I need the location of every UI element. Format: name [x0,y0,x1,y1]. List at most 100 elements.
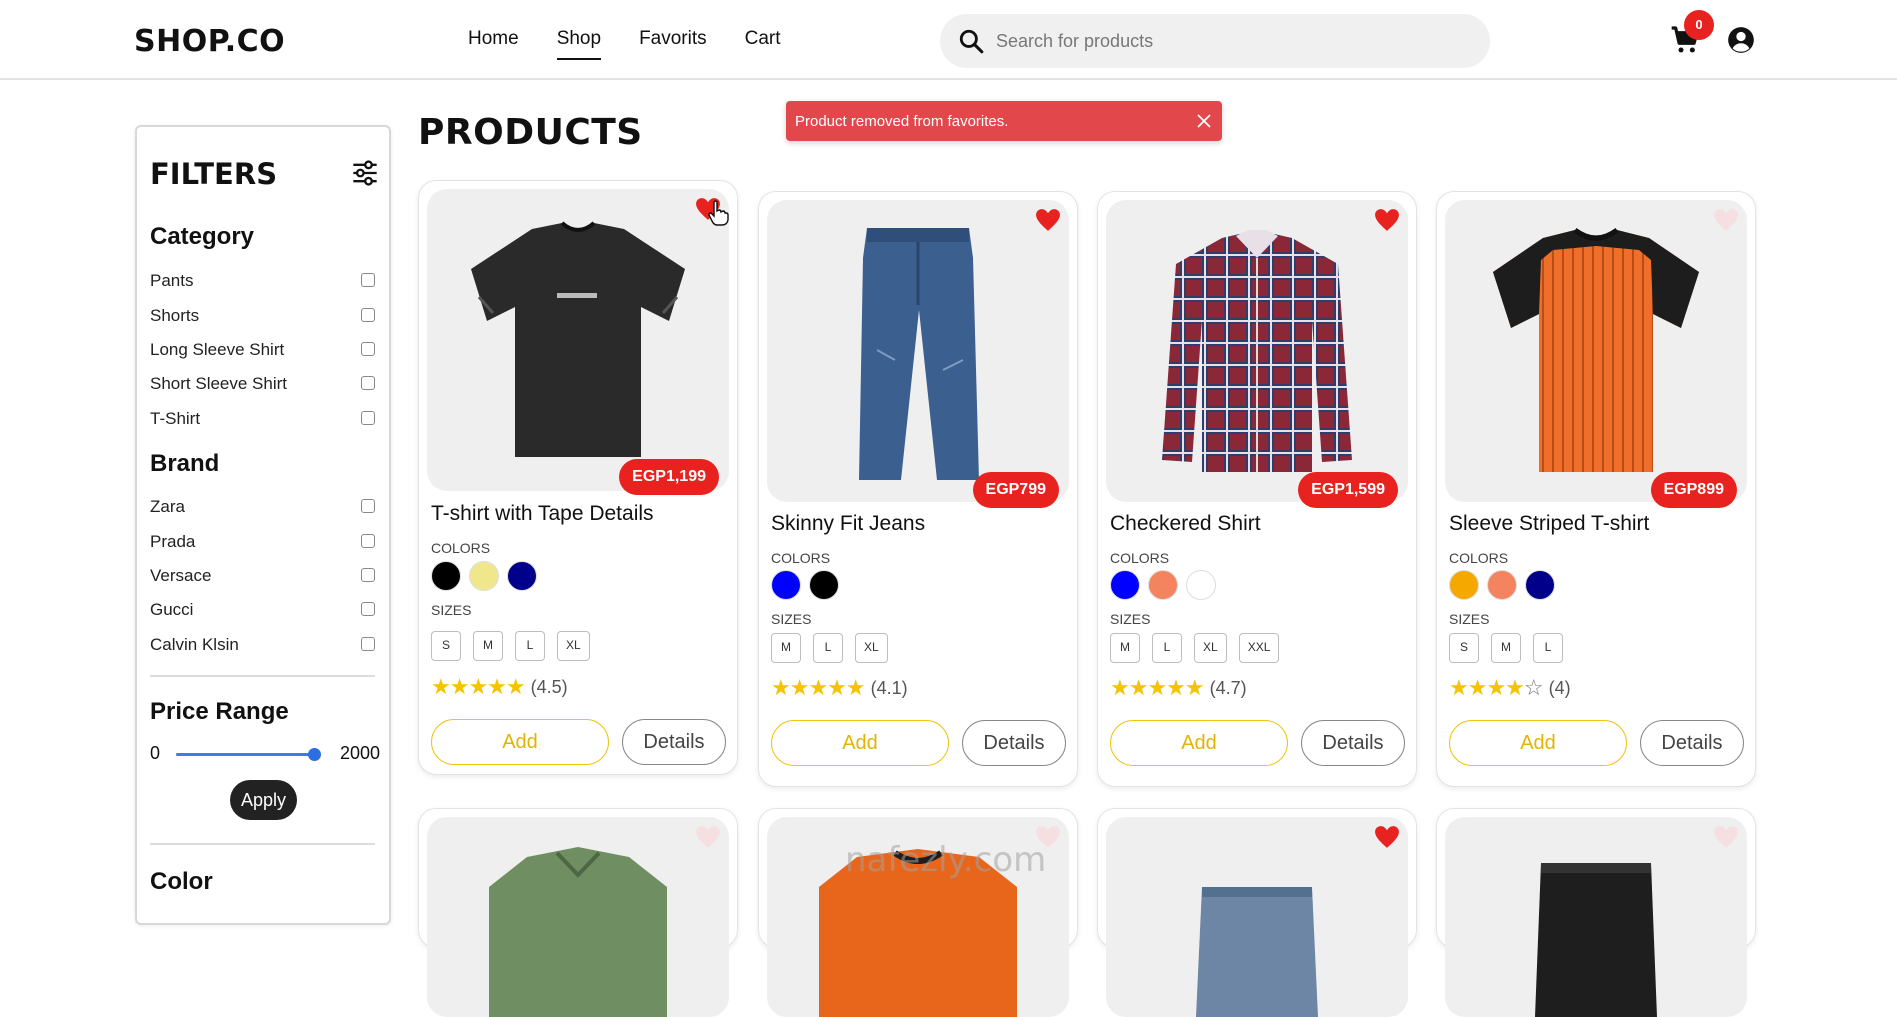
product-image[interactable] [1445,817,1747,1017]
product-image[interactable] [767,200,1069,502]
brand-option-calvin-klsin[interactable]: Calvin Klsin [150,631,375,661]
product-image[interactable] [427,189,729,491]
heart-icon[interactable] [1374,208,1400,232]
size-option[interactable]: L [1152,633,1182,663]
apply-filters-button[interactable]: Apply [230,780,297,820]
tshirt-image [471,221,685,457]
product-name[interactable]: Sleeve Striped T-shirt [1449,512,1649,536]
product-image[interactable] [1106,200,1408,502]
size-option[interactable]: XL [1194,633,1227,663]
nav-cart[interactable]: Cart [745,28,781,60]
size-option[interactable]: L [1533,633,1563,663]
size-option[interactable]: XXL [1238,633,1280,663]
price-slider-track[interactable] [176,748,321,761]
category-checkbox[interactable] [361,376,375,390]
nav-home[interactable]: Home [468,28,519,60]
color-swatch[interactable] [1449,570,1479,600]
add-to-cart-button[interactable]: Add [1110,720,1288,766]
product-card[interactable]: EGP899 Sleeve Striped T-shirt COLORS SIZ… [1436,191,1756,787]
size-option[interactable]: L [813,633,843,663]
color-swatch[interactable] [1525,570,1555,600]
product-image[interactable] [1445,200,1747,502]
size-option[interactable]: XL [855,633,888,663]
product-card[interactable]: EGP1,599 Checkered Shirt COLORS SIZES M … [1097,191,1417,787]
color-swatch[interactable] [1110,570,1140,600]
search-icon[interactable] [958,28,984,54]
nav-shop[interactable]: Shop [556,28,602,60]
size-option[interactable]: M [1491,633,1521,663]
heart-icon[interactable] [1713,825,1739,849]
details-button[interactable]: Details [622,719,726,765]
brand-label: Zara [150,497,185,516]
category-checkbox[interactable] [361,411,375,425]
star-rating-icon: ★★★★☆ [1449,676,1544,701]
product-image[interactable] [427,817,729,1017]
category-option-shorts[interactable]: Shorts [150,302,375,332]
product-card[interactable] [1097,808,1417,1017]
category-checkbox[interactable] [361,273,375,287]
heart-icon[interactable] [695,825,721,849]
rating-value: (4.5) [530,677,568,697]
heart-icon[interactable] [1713,208,1739,232]
brand-checkbox[interactable] [361,534,375,548]
size-option[interactable]: M [473,631,503,661]
brand-option-gucci[interactable]: Gucci [150,596,375,626]
product-card[interactable]: EGP1,199 T-shirt with Tape Details COLOR… [418,180,738,775]
product-card[interactable] [418,808,738,1017]
nav-favorits[interactable]: Favorits [639,28,707,60]
color-swatch[interactable] [507,561,537,591]
product-name[interactable]: Skinny Fit Jeans [771,512,925,536]
brand-option-versace[interactable]: Versace [150,562,375,592]
brand-option-prada[interactable]: Prada [150,528,375,558]
jeans-image [859,228,979,480]
close-icon[interactable] [1194,111,1214,131]
color-swatch[interactable] [431,561,461,591]
size-option[interactable]: L [515,631,545,661]
product-name[interactable]: Checkered Shirt [1110,512,1261,536]
price-slider-thumb[interactable] [308,748,321,761]
brand-checkbox[interactable] [361,568,375,582]
details-button[interactable]: Details [1640,720,1744,766]
category-option-t-shirt[interactable]: T-Shirt [150,405,375,435]
add-to-cart-button[interactable]: Add [1449,720,1627,766]
category-option-long-sleeve-shirt[interactable]: Long Sleeve Shirt [150,336,375,366]
category-option-short-sleeve-shirt[interactable]: Short Sleeve Shirt [150,370,375,400]
filters-panel: FILTERS Category Pants Shorts Long Sleev… [135,125,391,925]
product-name[interactable]: T-shirt with Tape Details [431,502,654,526]
color-swatch[interactable] [771,570,801,600]
size-option[interactable]: S [1449,633,1479,663]
details-button[interactable]: Details [1301,720,1405,766]
product-card[interactable] [1436,808,1756,1017]
add-to-cart-button[interactable]: Add [431,719,609,765]
logo[interactable]: SHOP.CO [134,24,285,59]
color-swatch[interactable] [1487,570,1517,600]
brand-checkbox[interactable] [361,637,375,651]
size-option[interactable]: XL [557,631,590,661]
color-swatch[interactable] [1186,570,1216,600]
color-swatch[interactable] [469,561,499,591]
product-image[interactable] [1106,817,1408,1017]
size-option[interactable]: S [431,631,461,661]
details-button[interactable]: Details [962,720,1066,766]
notification-toast: Product removed from favorites. [786,101,1222,141]
size-option[interactable]: M [771,633,801,663]
heart-icon[interactable] [1035,208,1061,232]
size-option[interactable]: M [1110,633,1140,663]
brand-checkbox[interactable] [361,499,375,513]
category-option-pants[interactable]: Pants [150,267,375,297]
category-checkbox[interactable] [361,308,375,322]
search-input[interactable] [996,27,1466,55]
rating-value: (4.7) [1209,678,1247,698]
add-to-cart-button[interactable]: Add [771,720,949,766]
color-swatch[interactable] [809,570,839,600]
user-account-icon[interactable] [1727,26,1755,54]
brand-checkbox[interactable] [361,602,375,616]
rating-value: (4) [1548,678,1571,698]
heart-icon[interactable] [1374,825,1400,849]
sliders-icon[interactable] [351,159,379,187]
product-card[interactable]: EGP799 Skinny Fit Jeans COLORS SIZES M L… [758,191,1078,787]
color-swatch[interactable] [1148,570,1178,600]
category-checkbox[interactable] [361,342,375,356]
brand-option-zara[interactable]: Zara [150,493,375,523]
size-options: S M L [1449,633,1563,663]
